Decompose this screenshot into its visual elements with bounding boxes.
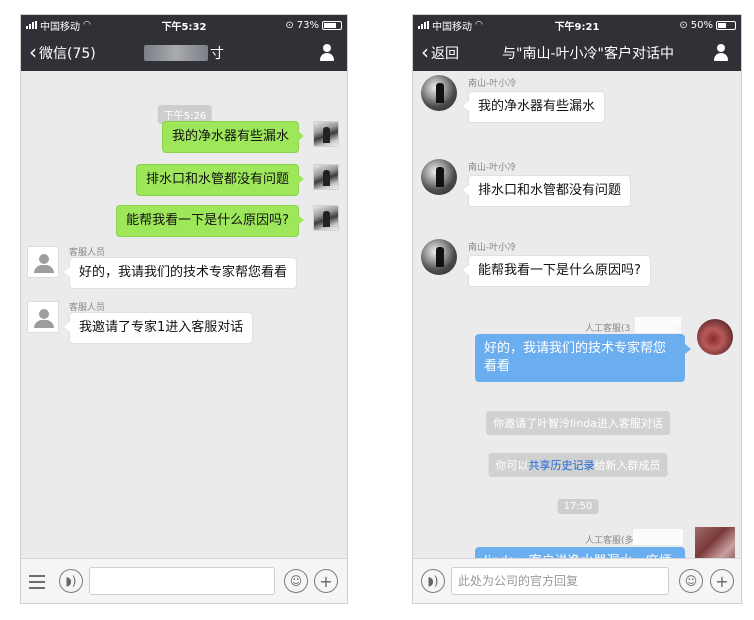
received-message-bubble[interactable]: 能帮我看一下是什么原因吗? (463, 255, 651, 287)
nav-bar: ‹ 返回 与"南山-叶小冷"客户对话中 (413, 35, 741, 71)
customer-avatar[interactable] (421, 159, 457, 195)
battery-icon (322, 20, 342, 30)
emoji-icon[interactable]: ☺ (679, 569, 703, 593)
service-agent-avatar[interactable] (27, 246, 59, 278)
back-label: 微信(75) (39, 46, 96, 62)
customer-service-chat-screen: 中国移动 ◠ 下午9:21 ⊙ 50% ‹ 返回 与"南山-叶小冷"客户对话中 … (412, 14, 742, 604)
add-icon[interactable]: + (314, 569, 338, 593)
user-avatar[interactable] (313, 121, 339, 147)
message-input[interactable] (89, 567, 275, 595)
history-prefix: 你可以 (495, 459, 529, 472)
received-message-bubble[interactable]: 我邀请了专家1进入客服对话 (63, 312, 254, 344)
signal-icon (26, 21, 37, 29)
history-suffix: 给新入群成员 (594, 459, 661, 472)
status-bar: 中国移动 ◠ 下午5:32 ⊙ 73% (21, 15, 347, 35)
sender-name: 南山-叶小冷 (468, 163, 517, 173)
sent-message-bubble[interactable]: 能帮我看一下是什么原因吗? (116, 205, 304, 237)
sent-message-bubble[interactable]: linda，客户说净水器漏水，麻烦你 (475, 547, 691, 558)
customer-avatar[interactable] (421, 239, 457, 275)
service-agent-avatar[interactable] (27, 301, 59, 333)
sender-name: 南山-叶小冷 (468, 243, 517, 253)
system-message-history: 你可以共享历史记录给新入群成员 (488, 453, 668, 477)
received-message-bubble[interactable]: 好的，我请我们的技术专家帮您看看 (63, 257, 298, 289)
menu-icon[interactable] (29, 575, 45, 589)
user-avatar[interactable] (313, 205, 339, 231)
system-message: 你邀请了叶智泠linda进入客服对话 (486, 411, 670, 435)
add-icon[interactable]: + (710, 569, 734, 593)
contact-info-icon[interactable] (319, 44, 335, 62)
agent-sender-name: 人工客服(多 (585, 536, 634, 546)
customer-avatar[interactable] (421, 75, 457, 111)
received-message-bubble[interactable]: 排水口和水管都没有问题 (462, 175, 632, 207)
message-list[interactable]: 下午5:26 我的净水器有些漏水 排水口和水管都没有问题 能帮我看一下是什么原因… (21, 71, 347, 558)
wifi-icon: ◠ (83, 20, 91, 30)
back-button[interactable]: ‹ 返回 (421, 40, 459, 64)
received-message-bubble[interactable]: 我的净水器有些漏水 (462, 91, 606, 123)
sent-message-bubble[interactable]: 我的净水器有些漏水 (161, 121, 305, 153)
blurred-contact-name (144, 45, 208, 61)
wechat-chat-screen: 中国移动 ◠ 下午5:32 ⊙ 73% ‹ 微信(75) 寸 下午5:26 我的… (20, 14, 348, 604)
timestamp-pill: 17:50 (557, 499, 599, 514)
sent-message-bubble[interactable]: 排水口和水管都没有问题 (135, 164, 305, 196)
carrier-info: 中国移动 ◠ (26, 18, 285, 33)
title-suffix: 寸 (210, 46, 224, 62)
sent-message-bubble[interactable]: 好的，我请我们的技术专家帮您看看 (475, 334, 691, 382)
agent-avatar[interactable] (695, 527, 735, 558)
input-toolbar: ◗) ☺ + (413, 558, 741, 603)
signal-icon (418, 21, 429, 29)
message-list[interactable]: 南山-叶小冷 我的净水器有些漏水 南山-叶小冷 排水口和水管都没有问题 南山-叶… (413, 71, 741, 558)
emoji-icon[interactable]: ☺ (284, 569, 308, 593)
sender-name: 南山-叶小冷 (468, 79, 517, 89)
chat-title: 与"南山-叶小冷"客户对话中 (502, 46, 674, 62)
carrier-name: 中国移动 (432, 21, 472, 33)
input-toolbar: ◗) ☺ + (21, 558, 347, 603)
alarm-icon: ⊙ (679, 19, 688, 31)
wifi-icon: ◠ (475, 20, 483, 30)
agent-avatar[interactable] (697, 319, 733, 355)
back-button[interactable]: ‹ 微信(75) (29, 40, 96, 64)
agent-sender-label: 人工客服(3 (585, 324, 631, 334)
battery-percent: 73% (296, 19, 319, 31)
voice-icon[interactable]: ◗) (59, 569, 83, 593)
voice-icon[interactable]: ◗) (421, 569, 445, 593)
chevron-left-icon: ‹ (29, 40, 37, 64)
chevron-left-icon: ‹ (421, 40, 429, 64)
blurred-name (635, 317, 681, 333)
back-label: 返回 (431, 46, 459, 62)
user-avatar[interactable] (313, 164, 339, 190)
status-bar: 中国移动 ◠ 下午9:21 ⊙ 50% (413, 15, 741, 35)
battery-icon (716, 20, 736, 30)
carrier-info: 中国移动 ◠ (418, 18, 679, 33)
share-history-link[interactable]: 共享历史记录 (529, 459, 595, 472)
reply-input[interactable] (451, 567, 669, 595)
carrier-name: 中国移动 (40, 21, 80, 33)
alarm-icon: ⊙ (285, 19, 294, 31)
battery-percent: 50% (690, 19, 713, 31)
contact-info-icon[interactable] (713, 44, 729, 62)
nav-bar: ‹ 微信(75) 寸 (21, 35, 347, 71)
blurred-name (633, 529, 683, 545)
